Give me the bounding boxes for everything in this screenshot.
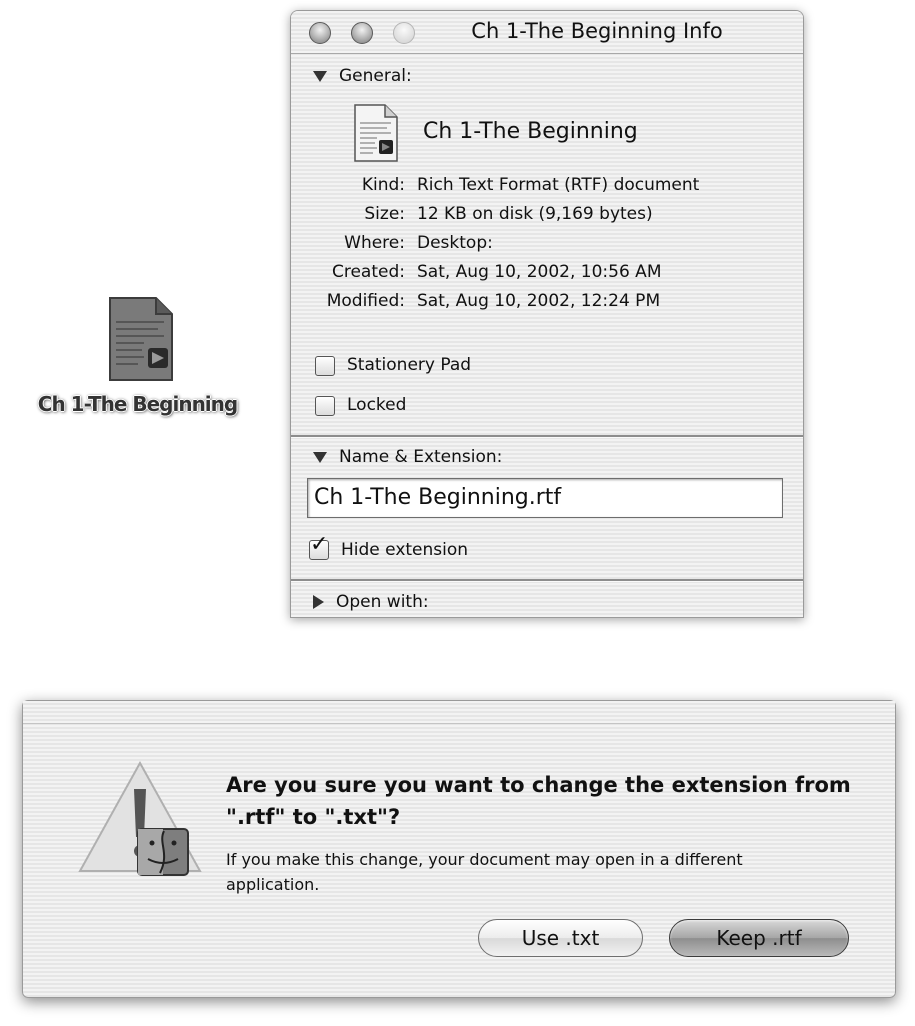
change-extension-alert: Are you sure you want to change the exte… bbox=[22, 700, 896, 998]
name-extension-disclosure[interactable]: Name & Extension: bbox=[313, 447, 502, 467]
name-extension-field[interactable] bbox=[307, 478, 783, 518]
alert-top-edge bbox=[23, 701, 895, 724]
hide-extension-label[interactable]: Hide extension bbox=[341, 540, 468, 560]
alert-title: Are you sure you want to change the exte… bbox=[226, 773, 851, 829]
file-name: Ch 1-The Beginning bbox=[423, 119, 638, 144]
disclosure-triangle-down-icon bbox=[313, 70, 327, 82]
size-value: 12 KB on disk (9,169 bytes) bbox=[417, 204, 653, 224]
general-disclosure[interactable]: General: bbox=[313, 66, 412, 86]
alert-message: If you make this change, your document m… bbox=[226, 850, 743, 894]
hide-extension-checkbox[interactable]: ✓ bbox=[309, 534, 329, 560]
keep-rtf-button[interactable]: Keep .rtf bbox=[669, 919, 849, 957]
kind-value: Rich Text Format (RTF) document bbox=[417, 175, 700, 195]
rtf-document-icon bbox=[109, 297, 173, 381]
where-value: Desktop: bbox=[417, 233, 493, 253]
rtf-document-icon bbox=[354, 104, 398, 162]
stationery-pad-label[interactable]: Stationery Pad bbox=[347, 355, 471, 375]
close-button[interactable] bbox=[309, 22, 331, 44]
minimize-button[interactable] bbox=[351, 22, 373, 44]
use-txt-button[interactable]: Use .txt bbox=[478, 919, 643, 957]
modified-label: Modified: bbox=[326, 291, 405, 311]
open-with-disclosure[interactable]: Open with: bbox=[313, 592, 429, 612]
section-divider bbox=[291, 435, 803, 438]
checkmark-icon: ✓ bbox=[310, 532, 329, 557]
section-divider bbox=[291, 579, 803, 582]
created-label: Created: bbox=[331, 262, 405, 282]
disclosure-triangle-right-icon bbox=[313, 595, 324, 609]
locked-checkbox[interactable] bbox=[315, 396, 335, 416]
general-header: General: bbox=[339, 66, 412, 86]
title-bar[interactable]: Ch 1-The Beginning Info bbox=[291, 11, 803, 54]
open-with-header: Open with: bbox=[336, 592, 429, 612]
kind-label: Kind: bbox=[361, 175, 405, 195]
desktop-file-icon[interactable]: Ch 1-The Beginning bbox=[10, 292, 265, 422]
disclosure-triangle-down-icon bbox=[313, 451, 327, 463]
caution-finder-icon bbox=[78, 760, 202, 876]
created-value: Sat, Aug 10, 2002, 10:56 AM bbox=[417, 262, 662, 282]
where-label: Where: bbox=[344, 233, 405, 253]
modified-value: Sat, Aug 10, 2002, 12:24 PM bbox=[417, 291, 661, 311]
locked-label[interactable]: Locked bbox=[347, 395, 406, 415]
desktop-icon-label: Ch 1-The Beginning bbox=[37, 392, 238, 416]
name-extension-header: Name & Extension: bbox=[339, 447, 503, 467]
get-info-window: Ch 1-The Beginning Info General: Ch 1-Th… bbox=[290, 10, 804, 618]
stationery-pad-checkbox[interactable] bbox=[315, 356, 335, 376]
window-title: Ch 1-The Beginning Info bbox=[471, 19, 723, 43]
size-label: Size: bbox=[364, 204, 405, 224]
